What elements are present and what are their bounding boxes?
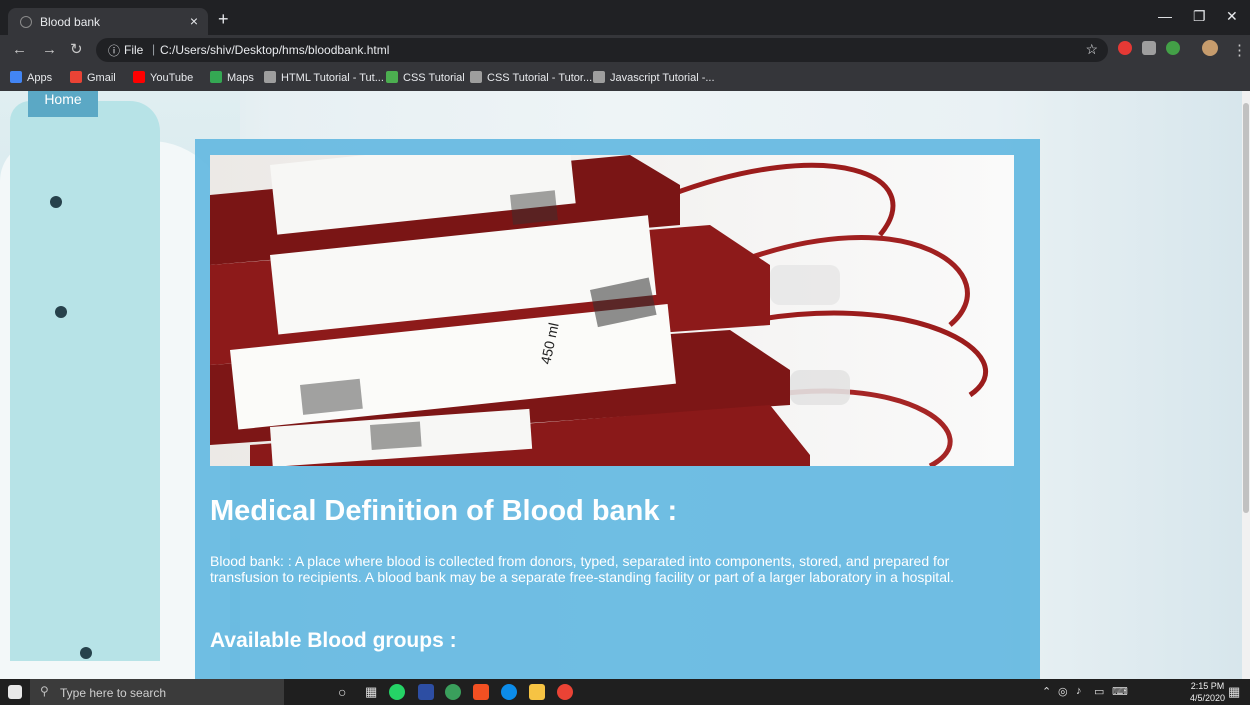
site-globe-icon (264, 71, 276, 83)
shirt-button (55, 306, 67, 318)
doctor-shirt (10, 101, 160, 661)
extension-gray-icon[interactable] (1142, 41, 1156, 55)
volume-icon[interactable]: ♪ (1076, 685, 1082, 697)
keyboard-icon[interactable]: ⌨ (1112, 685, 1128, 698)
clock-date: 4/5/2020 (1190, 693, 1226, 703)
bookmark-css-tutorial[interactable]: CSS Tutorial (386, 71, 465, 84)
site-globe-icon (470, 71, 482, 83)
maximize-icon[interactable]: ❐ (1193, 8, 1206, 25)
bookmark-gmail[interactable]: Gmail (70, 71, 116, 84)
search-icon: ⚲ (40, 684, 49, 698)
bookmarks-bar: Apps Gmail YouTube Maps HTML Tutorial - … (0, 65, 1250, 92)
clock-time: 2:15 PM (1190, 681, 1225, 691)
shirt-button (50, 196, 62, 208)
whatsapp-icon[interactable] (389, 684, 405, 700)
content-card: 450 ml Medical Definition of Blood bank … (195, 139, 1040, 679)
browser-toolbar: ← → ↻ ⓘ File | C:/Users/shiv/Desktop/hms… (0, 35, 1250, 65)
blood-bags-illustration: 450 ml (210, 155, 1014, 466)
windows-start-icon[interactable] (8, 685, 22, 699)
bookmark-apps[interactable]: Apps (10, 71, 52, 84)
url-separator: | (152, 42, 156, 56)
bookmark-css-tutorial-tutor[interactable]: CSS Tutorial - Tutor... (470, 71, 592, 84)
task-view-icon[interactable]: ▦ (365, 684, 377, 700)
bookmark-star-icon[interactable]: ☆ (1085, 41, 1098, 58)
page-heading: Medical Definition of Blood bank : (210, 495, 678, 527)
blood-bags-image: 450 ml (210, 155, 1014, 466)
forward-icon[interactable]: → (42, 41, 57, 58)
new-tab-button[interactable]: + (218, 9, 229, 30)
microsoft-store-icon[interactable] (473, 684, 489, 700)
site-info-icon[interactable]: ⓘ (108, 42, 120, 59)
devcpp-icon[interactable] (418, 684, 434, 700)
file-explorer-icon[interactable] (529, 684, 545, 700)
bookmark-html-tutorial[interactable]: HTML Tutorial - Tut... (264, 71, 384, 84)
back-icon[interactable]: ← (12, 41, 27, 58)
bookmark-maps[interactable]: Maps (210, 71, 254, 84)
address-bar[interactable]: ⓘ File | C:/Users/shiv/Desktop/hms/blood… (96, 38, 1108, 62)
blood-groups-heading: Available Blood groups : (210, 629, 457, 652)
tray-chevron-icon[interactable]: ⌃ (1042, 685, 1051, 698)
close-tab-icon[interactable]: × (190, 13, 198, 29)
extension-red-icon[interactable] (1118, 41, 1132, 55)
app-globe-icon[interactable] (445, 684, 461, 700)
chrome-icon[interactable] (557, 684, 573, 700)
gmail-icon (70, 71, 82, 83)
url-scheme: File (124, 43, 144, 57)
shirt-button (80, 647, 92, 659)
scrollbar-thumb[interactable] (1243, 103, 1249, 513)
browser-tab-strip: Blood bank × + — ❐ ✕ (0, 0, 1250, 35)
taskbar-search[interactable]: ⚲ Type here to search (30, 679, 284, 705)
extension-green-icon[interactable] (1166, 41, 1180, 55)
bookmark-youtube[interactable]: YouTube (133, 71, 193, 84)
minimize-icon[interactable]: — (1158, 8, 1172, 24)
edge-icon[interactable] (501, 684, 517, 700)
url-text[interactable]: C:/Users/shiv/Desktop/hms/bloodbank.html (160, 43, 389, 57)
page-favicon-icon (20, 16, 32, 28)
bookmark-javascript-tutorial[interactable]: Javascript Tutorial -... (593, 71, 715, 84)
apps-grid-icon (10, 71, 22, 83)
reload-icon[interactable]: ↻ (70, 40, 83, 58)
nav-home-link[interactable]: Home (28, 91, 98, 117)
youtube-icon (133, 71, 145, 83)
cortana-icon[interactable]: ○ (338, 684, 346, 700)
taskbar-clock[interactable]: 2:15 PM 4/5/2020 (1190, 680, 1225, 704)
definition-paragraph: Blood bank: : A place where blood is col… (210, 553, 954, 585)
site-globe-icon (593, 71, 605, 83)
profile-avatar-icon[interactable] (1202, 40, 1218, 56)
maps-icon (210, 71, 222, 83)
windows-taskbar: ⚲ Type here to search ○ ▦ ⌃ ◎ ♪ ▭ ⌨ 2:15… (0, 679, 1250, 705)
css-tutorial-icon (386, 71, 398, 83)
network-icon[interactable]: ◎ (1058, 685, 1068, 698)
page-viewport: Home 450 ml Medical Definition of Blood … (0, 91, 1242, 679)
menu-kebab-icon[interactable]: ⋮ (1232, 41, 1247, 59)
page-scrollbar[interactable] (1242, 91, 1250, 679)
battery-icon[interactable]: ▭ (1094, 685, 1104, 698)
tab-blood-bank[interactable]: Blood bank × (8, 8, 208, 35)
notification-icon[interactable]: ▦ (1228, 684, 1240, 700)
taskbar-search-placeholder: Type here to search (60, 686, 167, 700)
close-window-icon[interactable]: ✕ (1226, 8, 1238, 25)
tab-title: Blood bank (40, 15, 101, 29)
